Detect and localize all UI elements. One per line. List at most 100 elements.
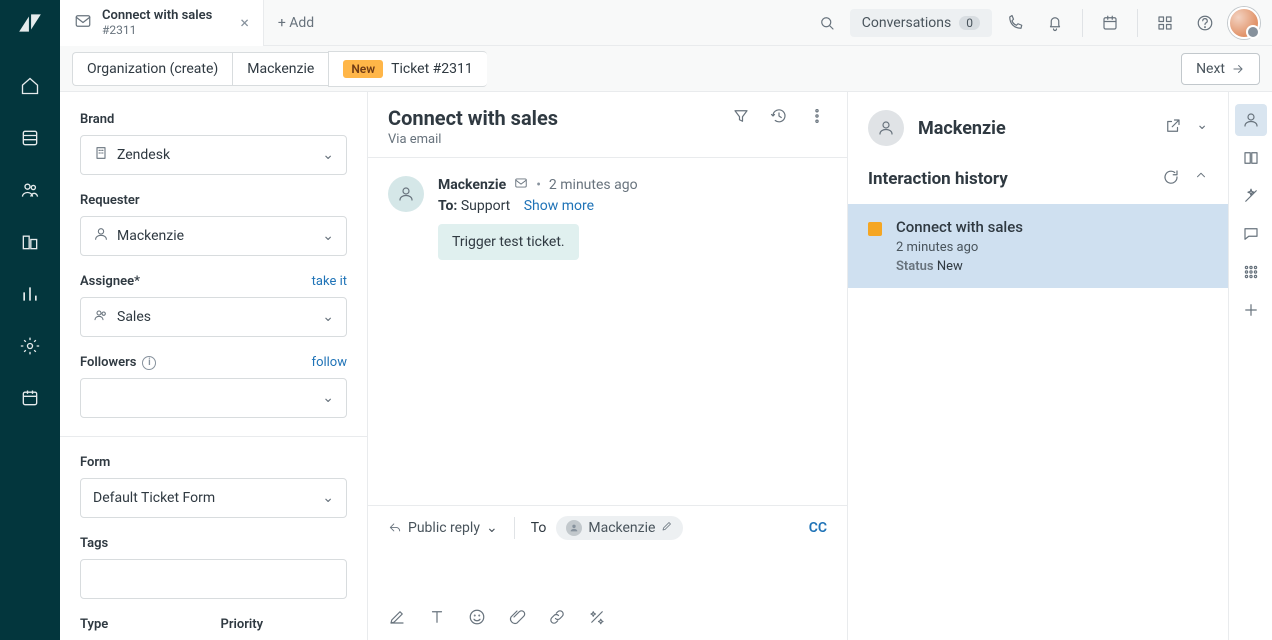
conversations-label: Conversations	[862, 15, 951, 31]
divider	[60, 436, 367, 437]
requester-select[interactable]: Mackenzie ⌄	[80, 216, 347, 256]
ticket-properties-panel: Brand Zendesk ⌄ Requester Mackenzie ⌄ As…	[60, 92, 368, 640]
chevron-down-icon: ⌄	[322, 490, 334, 506]
requester-name: Mackenzie	[918, 118, 1150, 139]
close-icon[interactable]: ×	[240, 13, 249, 32]
interaction-history-title: Interaction history	[868, 169, 1162, 189]
nav-customers[interactable]	[12, 172, 48, 208]
to-value: Support	[461, 198, 510, 214]
message-time: 2 minutes ago	[549, 177, 638, 193]
user-icon	[93, 226, 109, 246]
form-select[interactable]: Default Ticket Form ⌄	[80, 478, 347, 518]
assignee-value: Sales	[117, 309, 151, 325]
edit-icon[interactable]	[661, 520, 673, 536]
history-item[interactable]: Connect with sales 2 minutes ago Status …	[848, 204, 1228, 288]
assignee-select[interactable]: Sales ⌄	[80, 297, 347, 337]
user-icon	[566, 520, 582, 536]
filter-icon[interactable]	[731, 106, 751, 126]
calendar-icon[interactable]	[1093, 6, 1127, 40]
recipient-chip[interactable]: Mackenzie	[556, 516, 683, 540]
more-icon[interactable]	[807, 106, 827, 126]
help-icon[interactable]	[1188, 6, 1222, 40]
phone-icon[interactable]	[998, 6, 1032, 40]
ticket-title: Connect with sales	[388, 106, 731, 130]
status-badge: New	[343, 60, 383, 78]
top-bar: Connect with sales #2311 × + Add Convers…	[60, 0, 1272, 46]
nav-home[interactable]	[12, 68, 48, 104]
breadcrumb-requester[interactable]: Mackenzie	[232, 52, 328, 86]
tab-subtitle: #2311	[102, 23, 212, 37]
compose-icon[interactable]	[388, 608, 406, 626]
follow-link[interactable]: follow	[312, 355, 347, 370]
ticket-tab[interactable]: Connect with sales #2311 ×	[60, 0, 264, 46]
search-icon[interactable]	[810, 6, 844, 40]
nav-organizations[interactable]	[12, 224, 48, 260]
nav-views[interactable]	[12, 120, 48, 156]
conversations-count: 0	[959, 16, 980, 30]
nav-calendar[interactable]	[12, 380, 48, 416]
attachment-icon[interactable]	[508, 608, 526, 626]
breadcrumb-organization[interactable]: Organization (create)	[72, 52, 232, 86]
brand-value: Zendesk	[117, 147, 170, 163]
followers-select[interactable]: ⌄	[80, 378, 347, 418]
chat-icon[interactable]	[1235, 218, 1267, 250]
priority-label: Priority	[221, 617, 348, 632]
show-more-link[interactable]: Show more	[524, 198, 594, 214]
reply-composer: Public reply ⌄ To Mackenzie	[368, 505, 847, 640]
cc-button[interactable]: CC	[809, 520, 827, 536]
history-icon[interactable]	[769, 106, 789, 126]
add-app-icon[interactable]	[1235, 294, 1267, 326]
take-it-link[interactable]: take it	[312, 274, 347, 289]
knowledge-icon[interactable]	[1235, 142, 1267, 174]
open-external-icon[interactable]	[1164, 117, 1182, 139]
history-item-time: 2 minutes ago	[896, 240, 1023, 255]
link-icon[interactable]	[548, 608, 566, 626]
followers-label: Followers i	[80, 355, 156, 370]
breadcrumb-ticket[interactable]: New Ticket #2311	[328, 51, 486, 87]
text-format-icon[interactable]	[428, 608, 446, 626]
chevron-down-icon[interactable]: ⌄	[1196, 117, 1208, 139]
apps-icon[interactable]	[1148, 6, 1182, 40]
sparkle-icon[interactable]	[1235, 180, 1267, 212]
history-item-title: Connect with sales	[896, 218, 1023, 236]
reply-mode-select[interactable]: Public reply ⌄	[388, 520, 498, 536]
user-context-icon[interactable]	[1235, 104, 1267, 136]
form-value: Default Ticket Form	[93, 490, 215, 506]
history-item-status-label: Status	[896, 259, 934, 274]
ticket-label: Ticket #2311	[391, 61, 473, 77]
chevron-down-icon: ⌄	[322, 147, 334, 163]
refresh-icon[interactable]	[1162, 168, 1180, 190]
message: Mackenzie • 2 minutes ago To: Support Sh…	[388, 176, 827, 260]
message-avatar	[388, 176, 424, 212]
chevron-down-icon: ⌄	[322, 228, 334, 244]
chevron-down-icon: ⌄	[486, 520, 498, 536]
grid-icon[interactable]	[1235, 256, 1267, 288]
profile-avatar[interactable]	[1228, 7, 1260, 39]
to-label: To:	[438, 198, 457, 214]
nav-admin[interactable]	[12, 328, 48, 364]
reply-textarea[interactable]	[368, 550, 847, 600]
zendesk-logo-icon	[17, 10, 43, 36]
nav-rail	[0, 0, 60, 640]
group-icon	[93, 307, 109, 327]
info-icon[interactable]: i	[142, 356, 156, 370]
brand-select[interactable]: Zendesk ⌄	[80, 135, 347, 175]
bell-icon[interactable]	[1038, 6, 1072, 40]
requester-label: Requester	[80, 193, 347, 208]
conversations-button[interactable]: Conversations 0	[850, 9, 992, 37]
mail-icon	[514, 176, 528, 194]
building-icon	[93, 145, 109, 165]
emoji-icon[interactable]	[468, 608, 486, 626]
nav-reporting[interactable]	[12, 276, 48, 312]
chevron-up-icon[interactable]	[1194, 168, 1208, 190]
tags-input[interactable]	[80, 559, 347, 599]
ticket-status-icon	[868, 222, 882, 236]
next-button[interactable]: Next	[1181, 53, 1260, 85]
add-tab-button[interactable]: + Add	[264, 15, 328, 31]
tags-label: Tags	[80, 536, 347, 551]
magic-icon[interactable]	[588, 608, 606, 626]
breadcrumb-row: Organization (create) Mackenzie New Tick…	[60, 46, 1272, 92]
chevron-down-icon: ⌄	[322, 390, 334, 406]
brand-label: Brand	[80, 112, 347, 127]
tab-title: Connect with sales	[102, 8, 212, 24]
